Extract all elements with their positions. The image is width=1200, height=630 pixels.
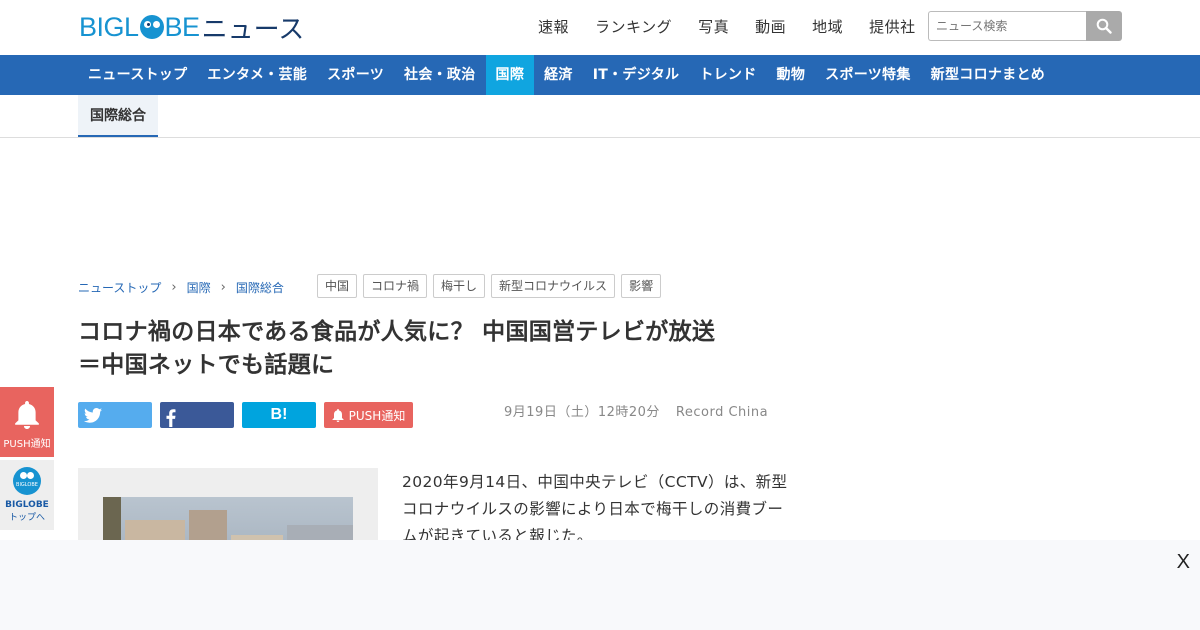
category-nav-bar: ニューストップ エンタメ・芸能 スポーツ 社会・政治 国際 経済 IT・デジタル トレンド 動物… — [0, 55, 1200, 95]
article-tag[interactable]: 新型コロナウイルス — [491, 274, 616, 298]
top-nav-link[interactable]: 写真 — [698, 16, 729, 37]
top-nav: 速報 ランキング 写真 動画 地域 提供社 — [538, 16, 942, 37]
category-tab[interactable]: 国際 — [485, 55, 535, 95]
category-tab[interactable]: IT・デジタル — [583, 55, 690, 95]
facebook-share-button[interactable] — [160, 402, 234, 428]
biglobe-top-float-button[interactable]: BIGLOBE BIGLOBE トップへ — [0, 460, 54, 530]
article-meta: 9月19日（土）12時20分 Record China — [504, 401, 768, 420]
category-list: ニューストップ エンタメ・芸能 スポーツ 社会・政治 国際 経済 IT・デジタル トレンド 動物… — [78, 55, 1055, 95]
bell-icon — [15, 401, 39, 429]
breadcrumb: ニューストップ › 国際 › 国際総合 — [78, 279, 284, 296]
search-input[interactable] — [928, 11, 1086, 41]
push-notification-float-button[interactable]: PUSH通知 — [0, 387, 54, 457]
category-tab[interactable]: エンタメ・芸能 — [197, 55, 317, 95]
article-tag[interactable]: 梅干し — [433, 274, 486, 298]
search-icon — [1096, 18, 1112, 34]
article-body: 2020年9月14日、中国中央テレビ（CCTV）は、新型コロナウイルスの影響によ… — [402, 473, 788, 545]
top-nav-link[interactable]: 速報 — [538, 16, 569, 37]
logo-news-text: ニュース — [201, 14, 305, 45]
hatena-bookmark-button[interactable]: B! — [242, 402, 316, 428]
category-tab[interactable]: 社会・政治 — [394, 55, 486, 95]
breadcrumb-news-top[interactable]: ニューストップ — [78, 279, 161, 296]
article-tag[interactable]: 影響 — [621, 274, 662, 298]
search-box — [928, 11, 1122, 41]
facebook-icon — [166, 409, 176, 427]
top-nav-link[interactable]: ランキング — [595, 16, 672, 37]
bell-icon — [332, 408, 344, 422]
push-notification-button[interactable]: PUSH通知 — [324, 402, 413, 428]
category-tab[interactable]: 新型コロナまとめ — [921, 55, 1055, 95]
chevron-right-icon: › — [171, 280, 177, 295]
twitter-share-button[interactable] — [78, 402, 152, 428]
article-title-line2: ＝中国ネットでも話題に — [78, 352, 335, 378]
article-title-line1: コロナ禍の日本である食品が人気に？ 中国国営テレビが放送 — [78, 319, 716, 345]
category-tab[interactable]: 動物 — [767, 55, 816, 95]
top-nav-link[interactable]: 動画 — [755, 16, 786, 37]
top-nav-link[interactable]: 地域 — [812, 16, 843, 37]
subcategory-bar: 国際総合 — [0, 95, 1200, 138]
share-buttons: B! PUSH通知 — [78, 402, 413, 428]
article-source[interactable]: Record China — [676, 405, 768, 420]
tag-list: 中国 コロナ禍 梅干し 新型コロナウイルス 影響 — [317, 274, 662, 298]
category-tab[interactable]: スポーツ特集 — [815, 55, 921, 95]
site-header: BIGL BE ニュース 速報 ランキング 写真 動画 地域 提供社 — [0, 0, 1200, 55]
biglobe-news-logo[interactable]: BIGL BE ニュース — [79, 10, 305, 45]
top-float-label-brand: BIGLOBE — [5, 500, 49, 510]
top-nav-link[interactable]: 提供社 — [869, 16, 916, 37]
logo-brand: BIGL BE — [79, 11, 200, 42]
breadcrumb-international[interactable]: 国際 — [187, 279, 211, 296]
twitter-icon — [84, 407, 102, 423]
breadcrumb-international-general[interactable]: 国際総合 — [236, 279, 284, 296]
category-tab[interactable]: ニューストップ — [78, 55, 197, 95]
category-tab[interactable]: スポーツ — [317, 55, 394, 95]
logo-face-icon — [139, 14, 164, 39]
article-date: 9月19日（土）12時20分 — [504, 405, 660, 420]
search-button[interactable] — [1086, 11, 1122, 41]
push-button-label: PUSH通知 — [348, 408, 406, 423]
bottom-ad-overlay: X — [0, 540, 1200, 630]
push-float-label: PUSH通知 — [3, 439, 51, 450]
article-tag[interactable]: コロナ禍 — [363, 274, 428, 298]
biglobe-mascot-icon: BIGLOBE — [13, 467, 41, 495]
category-tab[interactable]: トレンド — [689, 55, 766, 95]
top-float-label: トップへ — [8, 513, 45, 523]
close-overlay-button[interactable]: X — [1177, 551, 1190, 574]
tab-international-general[interactable]: 国際総合 — [78, 95, 158, 137]
category-tab[interactable]: 経済 — [534, 55, 583, 95]
chevron-right-icon: › — [220, 280, 226, 295]
article-tag[interactable]: 中国 — [317, 274, 358, 298]
article-title: コロナ禍の日本である食品が人気に？ 中国国営テレビが放送 ＝中国ネットでも話題に — [78, 316, 798, 382]
